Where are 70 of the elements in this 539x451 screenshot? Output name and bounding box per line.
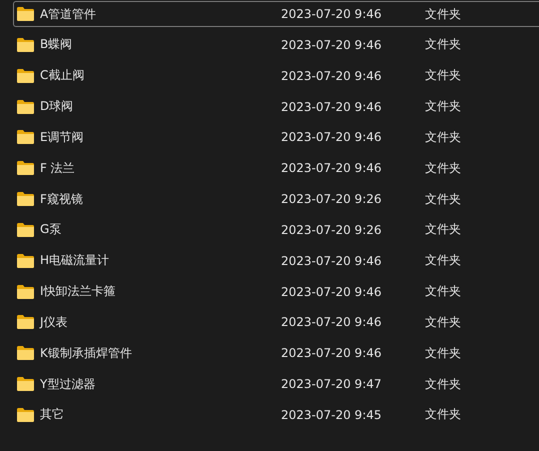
item-type: 文件夹 xyxy=(425,6,462,22)
modified-date: 2023-07-20 9:47 xyxy=(281,377,382,392)
folder-name: J仪表 xyxy=(40,314,69,331)
folder-icon xyxy=(17,377,34,392)
folder-name: D球阀 xyxy=(40,98,74,116)
folder-row[interactable]: Y型过滤器 2023-07-20 9:47 文件夹 xyxy=(13,371,539,398)
item-type: 文件夹 xyxy=(425,67,462,84)
modified-date: 2023-07-20 9:46 xyxy=(281,315,382,330)
modified-date: 2023-07-20 9:46 xyxy=(281,38,382,52)
item-type: 文件夹 xyxy=(425,252,462,270)
modified-date: 2023-07-20 9:46 xyxy=(281,346,382,360)
modified-date: 2023-07-20 9:46 xyxy=(281,130,382,144)
modified-date: 2023-07-20 9:46 xyxy=(281,284,382,299)
item-type: 文件夹 xyxy=(425,190,462,208)
folder-name: B蝶阀 xyxy=(40,36,74,54)
folder-row[interactable]: F 法兰 2023-07-20 9:46 文件夹 xyxy=(13,155,539,182)
item-type: 文件夹 xyxy=(425,128,462,146)
folder-name: E调节阀 xyxy=(40,128,85,146)
folder-row[interactable]: J仪表 2023-07-20 9:46 文件夹 xyxy=(13,309,539,336)
folder-row[interactable]: E调节阀 2023-07-20 9:46 文件夹 xyxy=(13,124,539,150)
folder-row[interactable]: K锻制承插焊管件 2023-07-20 9:46 文件夹 xyxy=(13,340,539,366)
folder-name: F 法兰 xyxy=(40,160,76,177)
modified-date: 2023-07-20 9:46 xyxy=(281,7,382,21)
item-type: 文件夹 xyxy=(425,376,462,393)
folder-row[interactable]: G泵 2023-07-20 9:26 文件夹 xyxy=(13,216,539,243)
folder-icon xyxy=(17,284,34,299)
modified-date: 2023-07-20 9:45 xyxy=(281,408,382,422)
folder-row[interactable]: I快卸法兰卡箍 2023-07-20 9:46 文件夹 xyxy=(13,278,539,305)
folder-name: A管道管件 xyxy=(40,6,98,22)
folder-row[interactable]: F窥视镜 2023-07-20 9:26 文件夹 xyxy=(13,186,539,212)
folder-icon xyxy=(17,346,34,360)
folder-icon xyxy=(17,315,34,330)
folder-icon xyxy=(17,68,34,83)
folder-name: C截止阀 xyxy=(40,67,86,84)
folder-icon xyxy=(17,161,34,176)
folder-row[interactable]: H电磁流量计 2023-07-20 9:46 文件夹 xyxy=(13,248,539,274)
folder-name: G泵 xyxy=(40,221,62,238)
item-type: 文件夹 xyxy=(425,160,462,177)
modified-date: 2023-07-20 9:46 xyxy=(281,161,382,176)
folder-name: 其它 xyxy=(40,406,65,424)
folder-icon xyxy=(17,254,34,268)
item-type: 文件夹 xyxy=(425,406,462,424)
folder-row[interactable]: C截止阀 2023-07-20 9:46 文件夹 xyxy=(13,62,539,89)
folder-name: Y型过滤器 xyxy=(40,376,96,393)
folder-name: K锻制承插焊管件 xyxy=(40,344,133,362)
folder-icon xyxy=(17,408,34,422)
folder-name: I快卸法兰卡箍 xyxy=(40,283,117,300)
modified-date: 2023-07-20 9:46 xyxy=(281,68,382,83)
modified-date: 2023-07-20 9:26 xyxy=(281,192,382,206)
item-type: 文件夹 xyxy=(425,221,462,238)
folder-icon xyxy=(17,100,34,114)
modified-date: 2023-07-20 9:26 xyxy=(281,222,382,237)
folder-row[interactable]: D球阀 2023-07-20 9:46 文件夹 xyxy=(13,94,539,120)
folder-icon xyxy=(17,7,34,21)
modified-date: 2023-07-20 9:46 xyxy=(281,100,382,114)
folder-row[interactable]: A管道管件 2023-07-20 9:46 文件夹 xyxy=(13,1,539,27)
folder-icon xyxy=(17,192,34,206)
modified-date: 2023-07-20 9:46 xyxy=(281,254,382,268)
folder-name: F窥视镜 xyxy=(40,190,84,208)
item-type: 文件夹 xyxy=(425,98,462,116)
item-type: 文件夹 xyxy=(425,314,462,331)
item-type: 文件夹 xyxy=(425,344,462,362)
folder-icon xyxy=(17,38,34,52)
item-type: 文件夹 xyxy=(425,283,462,300)
item-type: 文件夹 xyxy=(425,36,462,54)
folder-name: H电磁流量计 xyxy=(40,252,110,270)
folder-icon xyxy=(17,222,34,237)
folder-row[interactable]: 其它 2023-07-20 9:45 文件夹 xyxy=(13,402,539,428)
folder-icon xyxy=(17,130,34,144)
folder-row[interactable]: B蝶阀 2023-07-20 9:46 文件夹 xyxy=(13,32,539,58)
